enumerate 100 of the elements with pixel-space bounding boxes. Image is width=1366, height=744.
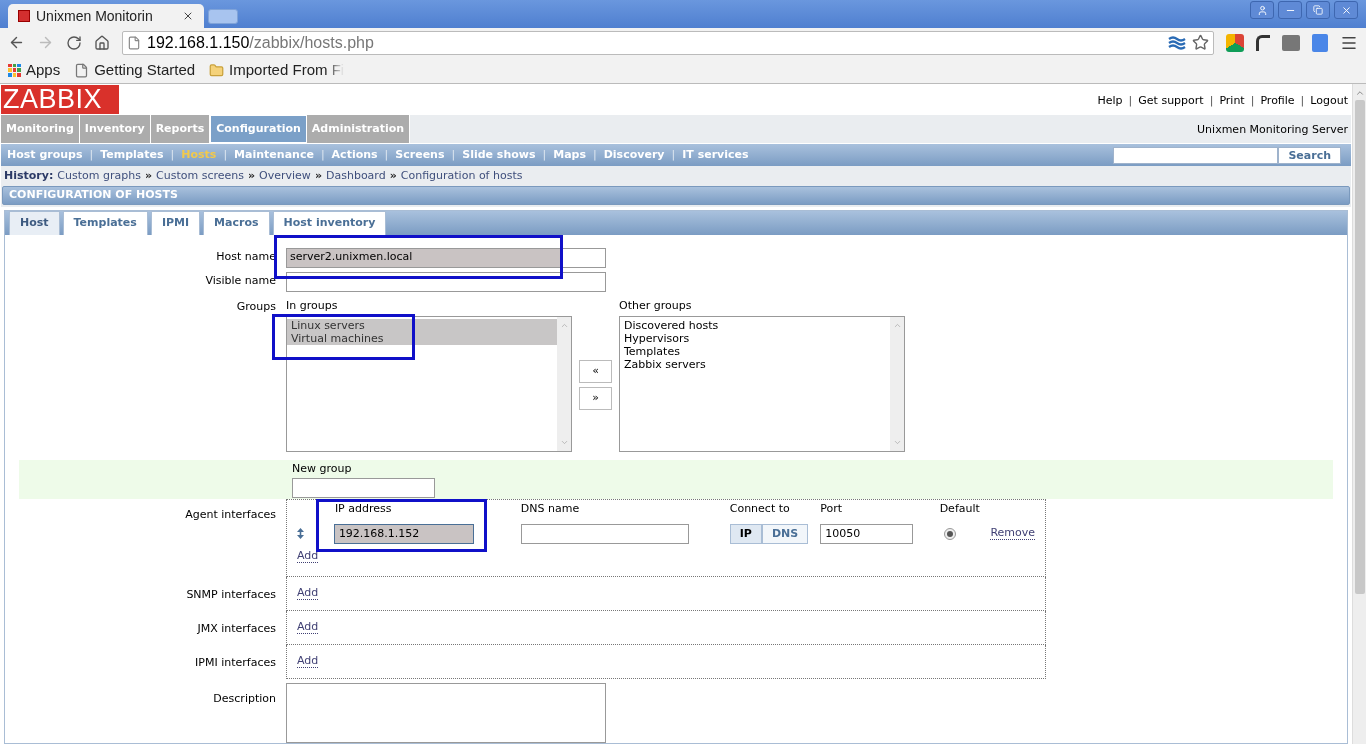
- form-tab[interactable]: Templates: [62, 211, 148, 235]
- url-text: 192.168.1.150/zabbix/hosts.php: [147, 32, 374, 53]
- ip-address-field[interactable]: 192.168.1.152: [333, 524, 474, 544]
- address-bar[interactable]: 192.168.1.150/zabbix/hosts.php: [122, 30, 1214, 55]
- description-field[interactable]: [286, 683, 606, 743]
- menu-separator: |: [223, 146, 228, 163]
- reload-icon[interactable]: [66, 34, 82, 51]
- history-label: History:: [4, 167, 54, 184]
- add-link[interactable]: Add: [297, 587, 319, 600]
- link-separator: |: [1209, 93, 1214, 109]
- page-title: CONFIGURATION OF HOSTS: [9, 187, 178, 204]
- default-radio[interactable]: [943, 528, 956, 540]
- home-icon[interactable]: [94, 34, 110, 51]
- waves-icon[interactable]: [1168, 35, 1186, 50]
- form-tab[interactable]: IPMI: [150, 211, 201, 235]
- list-option[interactable]: Zabbix servers: [620, 358, 890, 371]
- restore-button[interactable]: [1306, 1, 1330, 19]
- bookmark[interactable]: Getting Started: [74, 58, 196, 82]
- list-option[interactable]: Hypervisors: [620, 332, 890, 345]
- close-icon: [1340, 4, 1352, 16]
- star-icon[interactable]: [1192, 34, 1209, 51]
- connect-option[interactable]: DNS: [761, 524, 809, 544]
- field-label: Groups: [236, 300, 276, 313]
- visible-name-field[interactable]: [286, 271, 606, 292]
- column-heading: IP address: [333, 502, 393, 516]
- extension-icon[interactable]: [1226, 33, 1244, 52]
- link-separator: |: [1300, 93, 1305, 109]
- page-icon: [74, 62, 90, 78]
- list-option[interactable]: Templates: [620, 345, 890, 358]
- page-scrollbar[interactable]: [1352, 84, 1366, 744]
- form-tab[interactable]: Host: [9, 211, 60, 235]
- profile-button[interactable]: [1250, 1, 1274, 19]
- zabbix-logo: ZABBIX: [1, 85, 119, 114]
- field-label: Host name: [216, 250, 276, 264]
- browser-tab[interactable]: Unixmen Monitorin: [8, 4, 204, 28]
- menu-separator: |: [593, 146, 597, 163]
- column-heading: Port: [820, 502, 844, 516]
- in-groups-list[interactable]: Linux servers Virtual machines: [286, 316, 572, 452]
- search-button[interactable]: Search: [1278, 146, 1341, 164]
- form-tab[interactable]: Host inventory: [272, 211, 387, 235]
- list-option[interactable]: Discovered hosts: [620, 319, 890, 332]
- add-link[interactable]: Add: [297, 549, 319, 563]
- field-label: Agent interfaces: [185, 508, 276, 521]
- breadcrumb-link[interactable]: Configuration of hosts: [400, 167, 523, 185]
- header-link[interactable]: Profile: [1260, 93, 1295, 110]
- list-heading: In groups: [286, 299, 339, 313]
- restore-icon: [1313, 5, 1323, 15]
- connect-option[interactable]: IP: [729, 524, 762, 544]
- menu-separator: |: [451, 146, 456, 163]
- breadcrumb-link[interactable]: Custom graphs: [57, 167, 141, 185]
- host-name-field[interactable]: server2.unixmen.local: [286, 247, 606, 268]
- dns-name-field[interactable]: [520, 524, 689, 544]
- folder-icon: [209, 62, 225, 78]
- breadcrumb-link[interactable]: Dashboard: [326, 167, 386, 185]
- breadcrumb-separator: »: [314, 167, 322, 184]
- tab-title: Unixmen Monitorin: [36, 6, 154, 26]
- menu-separator: |: [542, 146, 547, 163]
- other-groups-list[interactable]: Discovered hosts Hypervisors Templates Zabbix servers: [619, 316, 905, 452]
- move-left-button[interactable]: «: [579, 360, 612, 383]
- list-heading: Other groups: [619, 299, 693, 313]
- menu-separator: |: [384, 146, 389, 163]
- link-separator: |: [1250, 93, 1255, 109]
- search-field[interactable]: [1113, 146, 1279, 164]
- header-link[interactable]: Print: [1219, 93, 1245, 110]
- page-icon: [127, 35, 141, 50]
- field-label: Visible name: [205, 274, 276, 288]
- column-heading: DNS name: [520, 502, 581, 516]
- list-option[interactable]: Virtual machines: [287, 332, 557, 345]
- drag-handle-icon[interactable]: [297, 528, 304, 539]
- column-heading: Connect to: [729, 502, 791, 516]
- header-link[interactable]: Help: [1097, 93, 1123, 110]
- breadcrumb-link[interactable]: Custom screens: [156, 167, 244, 185]
- server-name: Unixmen Monitoring Server: [1197, 121, 1349, 138]
- remove-link[interactable]: Remove: [990, 527, 1035, 540]
- person-icon: [1256, 4, 1268, 16]
- list-option[interactable]: Linux servers: [287, 319, 557, 332]
- back-icon[interactable]: [8, 34, 25, 51]
- port-field[interactable]: 10050: [820, 524, 914, 544]
- menu-separator: |: [320, 146, 325, 163]
- breadcrumb-separator: »: [389, 167, 397, 184]
- move-right-button[interactable]: »: [579, 387, 612, 410]
- new-group-field[interactable]: [292, 478, 435, 498]
- menu-separator: |: [671, 146, 676, 163]
- menu-separator: |: [170, 146, 175, 163]
- close-window-button[interactable]: [1334, 1, 1358, 19]
- breadcrumb-link[interactable]: Overview: [259, 167, 311, 185]
- breadcrumb-separator: »: [144, 167, 153, 184]
- header-link[interactable]: Get support: [1138, 93, 1204, 110]
- close-icon[interactable]: [182, 10, 194, 22]
- field-label: New group: [292, 462, 353, 476]
- add-link[interactable]: Add: [297, 621, 319, 634]
- field-label: SNMP interfaces: [186, 588, 276, 601]
- minimize-button[interactable]: [1278, 1, 1302, 19]
- bookmark[interactable]: Apps: [8, 58, 61, 82]
- form-tab[interactable]: Macros: [203, 211, 270, 235]
- bookmark[interactable]: Imported From Fi: [209, 58, 345, 82]
- field-value: server2.unixmen.local: [287, 248, 561, 267]
- add-link[interactable]: Add: [297, 655, 319, 668]
- header-link[interactable]: Logout: [1310, 93, 1348, 110]
- scroll-up-icon[interactable]: [1354, 88, 1365, 98]
